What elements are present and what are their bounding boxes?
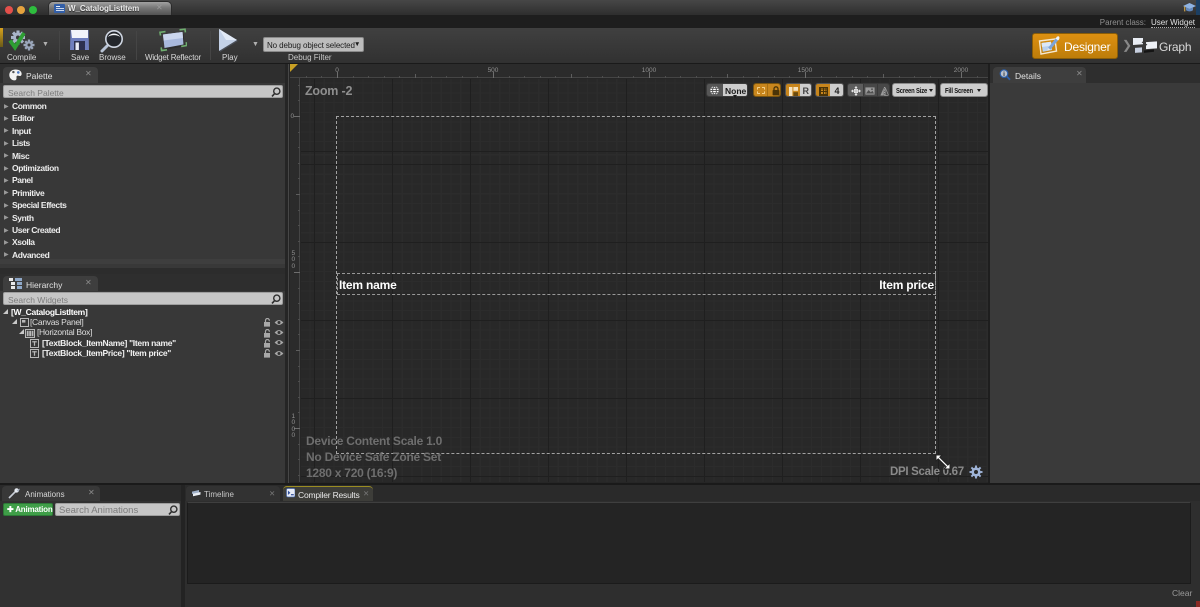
svg-text:i: i (1003, 71, 1005, 78)
